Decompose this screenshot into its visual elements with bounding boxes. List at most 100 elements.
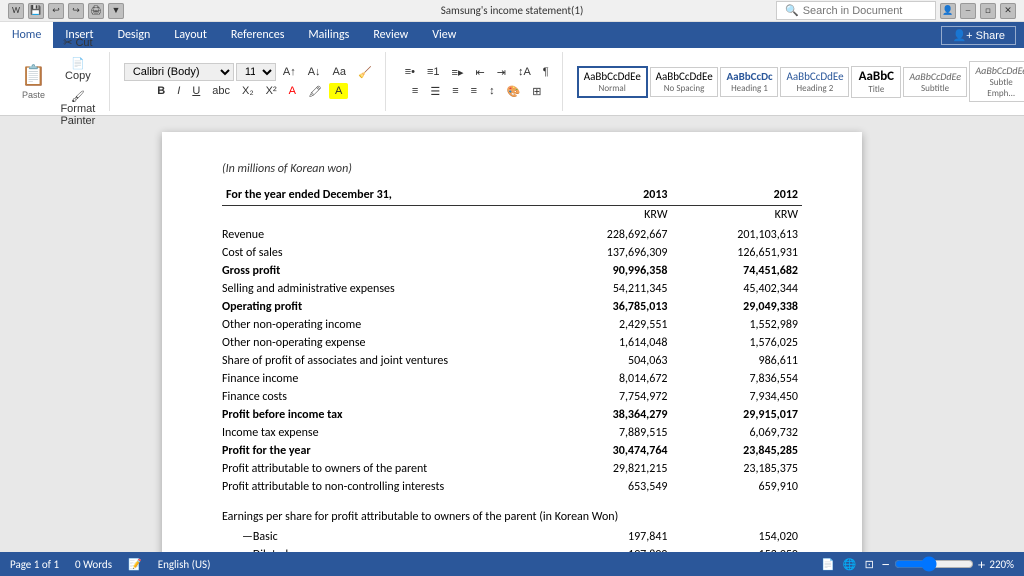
shading-para-button[interactable]: 🎨: [502, 82, 526, 101]
income-table-body: Revenue228,692,667201,103,613Cost of sal…: [222, 226, 802, 496]
show-marks-button[interactable]: ¶: [538, 63, 554, 81]
menu-item-mailings[interactable]: Mailings: [296, 22, 361, 48]
krw-2013: KRW: [541, 206, 672, 227]
clipboard-row: 📋 Paste ✂ Cut 📄 Copy 🖌 Format Painter: [14, 33, 101, 130]
language: English (US): [158, 558, 211, 571]
minimize-btn[interactable]: ─: [960, 3, 976, 19]
numbering-button[interactable]: ≡1: [422, 63, 445, 81]
decrease-indent-button[interactable]: ⇤: [471, 63, 490, 82]
search-input[interactable]: [803, 5, 923, 17]
zoom-out-button[interactable]: −: [882, 557, 890, 572]
bold-button[interactable]: B: [152, 82, 170, 100]
font-family-select[interactable]: Calibri (Body): [124, 63, 234, 81]
font-shrink-button[interactable]: A↓: [303, 63, 326, 81]
sort-button[interactable]: ↕A: [513, 63, 536, 81]
row-2013: 2,429,551: [541, 316, 672, 334]
row-2012: 1,576,025: [672, 334, 803, 352]
style-heading2[interactable]: AaBbCcDdEe Heading 2: [780, 67, 849, 97]
clipboard-group: 📋 Paste ✂ Cut 📄 Copy 🖌 Format Painter: [6, 52, 110, 111]
align-left-button[interactable]: ≡: [407, 82, 423, 100]
menu-item-view[interactable]: View: [420, 22, 468, 48]
change-case-button[interactable]: Aa: [328, 63, 351, 81]
customize-btn[interactable]: ▼: [108, 3, 124, 19]
bullets-button[interactable]: ≡•: [400, 63, 420, 81]
word-icon[interactable]: W: [8, 3, 24, 19]
eps-row-label: —Basic: [222, 528, 541, 546]
maximize-btn[interactable]: □: [980, 3, 996, 19]
paste-button[interactable]: 📋 Paste: [14, 54, 53, 110]
borders-button[interactable]: ⊞: [527, 82, 546, 101]
font-grow-button[interactable]: A↑: [278, 63, 301, 81]
row-2012: 6,069,732: [672, 424, 803, 442]
share-button[interactable]: 👤+ Share: [941, 26, 1016, 45]
row-2013: 30,474,764: [541, 442, 672, 460]
format-painter-button[interactable]: 🖌 Format Painter: [55, 87, 101, 130]
row-2013: 228,692,667: [541, 226, 672, 244]
menu-item-design[interactable]: Design: [106, 22, 163, 48]
style-no-spacing[interactable]: AaBbCcDdEe No Spacing: [650, 67, 719, 97]
row-2013: 137,696,309: [541, 244, 672, 262]
save-btn[interactable]: 💾: [28, 3, 44, 19]
search-bar[interactable]: 🔍: [776, 1, 936, 20]
close-btn[interactable]: ✕: [1000, 3, 1016, 19]
focus-icon[interactable]: ⊡: [865, 558, 874, 571]
paste-icon: 📋: [21, 63, 46, 88]
style-title[interactable]: AaBbC Title: [851, 66, 901, 98]
zoom-in-button[interactable]: +: [978, 557, 986, 572]
multilevel-button[interactable]: ≡▸: [447, 63, 469, 82]
print-btn[interactable]: 🖨: [88, 3, 104, 19]
undo-btn[interactable]: ↩: [48, 3, 64, 19]
line-spacing-button[interactable]: ↕: [484, 82, 500, 100]
document-area: (In millions of Korean won) For the year…: [0, 116, 1024, 552]
table-row: Finance income8,014,6727,836,554: [222, 370, 802, 388]
cut-button[interactable]: ✂ Cut: [55, 33, 101, 52]
highlight-button[interactable]: 🖍: [303, 82, 327, 101]
align-right-button[interactable]: ≡: [447, 82, 463, 100]
justify-button[interactable]: ≡: [466, 82, 482, 100]
style-heading1[interactable]: AaBbCcDc Heading 1: [720, 67, 778, 97]
title-bar-icons: W 💾 ↩ ↪ 🖨 ▼: [8, 3, 124, 19]
zoom-control: − + 220%: [882, 556, 1014, 572]
row-label: Gross profit: [222, 262, 541, 280]
style-normal[interactable]: AaBbCcDdEe Normal: [577, 66, 648, 98]
row-2013: 54,211,345: [541, 280, 672, 298]
strikethrough-button[interactable]: abc: [207, 82, 235, 100]
increase-indent-button[interactable]: ⇥: [492, 63, 511, 82]
style-subtle-emph[interactable]: AaBbCcDdEe Subtle Emph...: [969, 61, 1024, 102]
font-size-select[interactable]: 11: [236, 63, 276, 81]
row-2012: 7,934,450: [672, 388, 803, 406]
zoom-slider[interactable]: [894, 556, 974, 572]
menu-item-references[interactable]: References: [219, 22, 297, 48]
table-row: Finance costs7,754,9727,934,450: [222, 388, 802, 406]
page-count: Page 1 of 1: [10, 558, 59, 571]
krw-2012: KRW: [672, 206, 803, 227]
font-color-button[interactable]: A: [284, 82, 301, 100]
row-2012: 29,915,017: [672, 406, 803, 424]
view-print-icon[interactable]: 📄: [821, 558, 835, 571]
view-web-icon[interactable]: 🌐: [843, 558, 857, 571]
row-label: Finance costs: [222, 388, 541, 406]
copy-button[interactable]: 📄 Copy: [55, 54, 101, 85]
shading-button[interactable]: A: [329, 83, 348, 99]
header-2013: 2013: [541, 186, 672, 206]
krw-row: KRW KRW: [222, 206, 802, 227]
eps-row: —Basic197,841154,020: [222, 528, 802, 546]
row-label: Profit before income tax: [222, 406, 541, 424]
menu-item-layout[interactable]: Layout: [162, 22, 219, 48]
underline-button[interactable]: U: [187, 82, 205, 100]
style-subtitle[interactable]: AaBbCcDdEe Subtitle: [903, 67, 966, 97]
eps-row-2012: 153,950: [672, 546, 803, 552]
superscript-button[interactable]: X²: [261, 82, 282, 100]
menu-item-review[interactable]: Review: [361, 22, 420, 48]
redo-btn[interactable]: ↪: [68, 3, 84, 19]
row-label: Profit attributable to non-controlling i…: [222, 478, 541, 496]
clear-format-button[interactable]: 🧹: [353, 63, 377, 82]
title-bar-controls: 🔍 👤 ─ □ ✕: [776, 1, 1016, 20]
row-2013: 29,821,215: [541, 460, 672, 478]
row-2013: 7,754,972: [541, 388, 672, 406]
subscript-button[interactable]: X₂: [237, 82, 259, 100]
italic-button[interactable]: I: [172, 82, 185, 100]
account-icon[interactable]: 👤: [940, 3, 956, 19]
menu-right: 👤+ Share: [941, 22, 1024, 48]
align-center-button[interactable]: ☰: [425, 82, 445, 101]
